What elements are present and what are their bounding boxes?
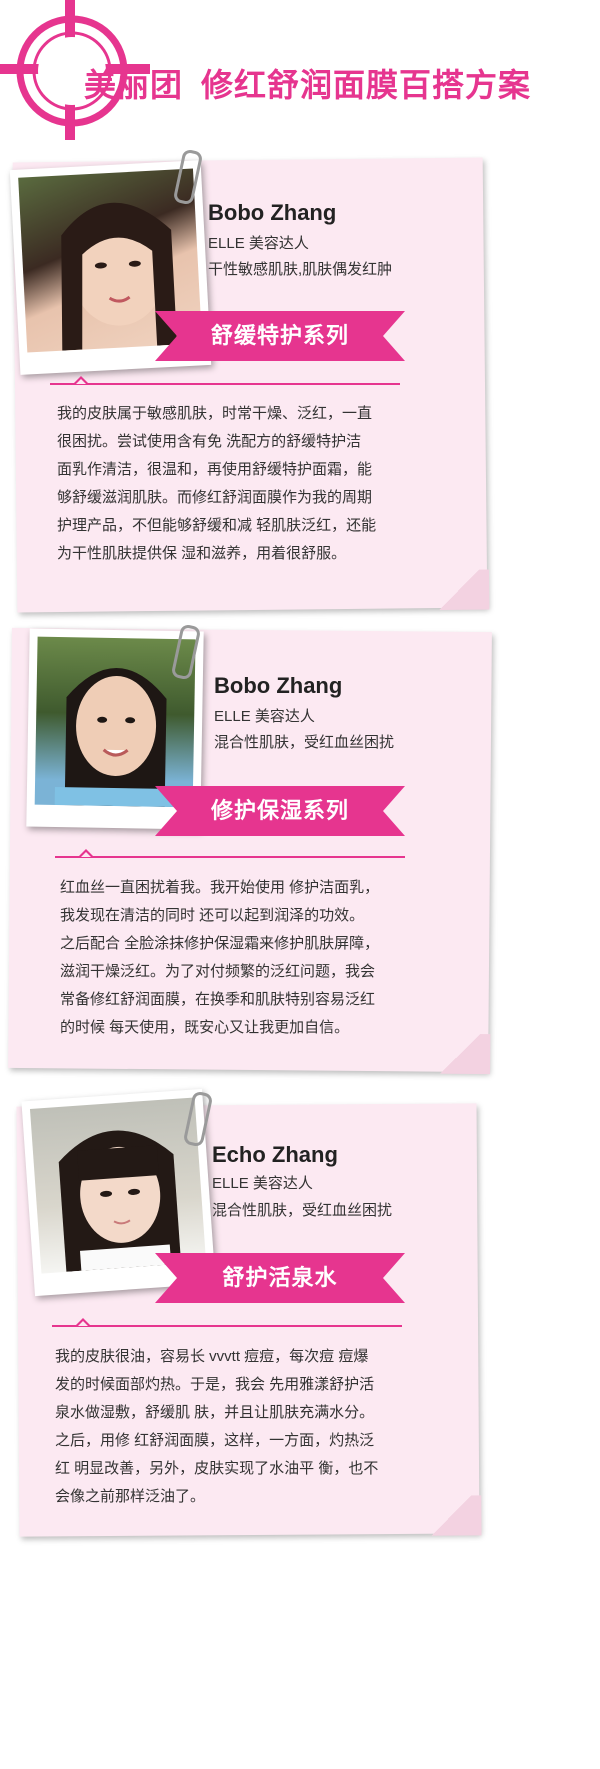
text-line: 会像之前那样泛油了。 <box>55 1488 206 1505</box>
testimonial-text: 我的皮肤属于敏感肌肤，时常干燥、泛红，一直 很困扰。尝试使用含有免 洗配方的舒缓… <box>57 400 376 568</box>
text-line: 发的时候面部灼热。于是，我会 先用雅漾舒护活 <box>55 1376 375 1393</box>
portrait-image <box>58 1130 182 1272</box>
testimonial-text: 我的皮肤很油，容易长 vvvtt 痘痘，每次痘 痘爆 发的时候面部灼热。于是，我… <box>55 1343 378 1511</box>
text-line: 很困扰。尝试使用含有免 洗配方的舒缓特护洁 <box>57 433 362 450</box>
text-line: 泉水做湿敷，舒缓肌 肤，并且让肌肤充满水分。 <box>55 1404 375 1421</box>
text-line: 面乳作清洁，很温和，再使用舒缓特护面霜，能 <box>57 461 373 478</box>
avatar <box>29 1097 207 1274</box>
testimonial-card: Bobo Zhang ELLE 美容达人 干性敏感肌肤,肌肤偶发红肿 舒缓特护系… <box>0 148 600 620</box>
page-curl <box>428 569 490 611</box>
person-role: ELLE 美容达人 <box>208 235 309 252</box>
portrait-image <box>54 668 175 808</box>
avatar <box>34 636 196 808</box>
text-line: 护理产品，不但能够舒缓和减 轻肌肤泛红，还能 <box>57 517 377 534</box>
section-divider <box>52 1318 402 1327</box>
series-label: 舒护活泉水 <box>222 1265 338 1290</box>
person-name: Echo Zhang <box>212 1142 338 1167</box>
text-line: 红血丝一直困扰着我。我开始使用 修护洁面乳， <box>60 879 380 896</box>
skin-type: 干性敏感肌肤,肌肤偶发红肿 <box>208 261 393 278</box>
section-divider <box>55 849 405 858</box>
page-curl <box>430 1033 491 1075</box>
text-line: 红 明显改善，另外，皮肤实现了水油平 衡，也不 <box>55 1460 379 1477</box>
page-curl <box>421 1495 482 1536</box>
text-line: 我的皮肤属于敏感肌肤，时常干燥、泛红，一直 <box>57 405 373 422</box>
skin-type: 混合性肌肤，受红血丝困扰 <box>212 1202 393 1219</box>
skin-type: 混合性肌肤，受红血丝困扰 <box>214 734 395 751</box>
text-line: 滋润干燥泛红。为了对付频繁的泛红问题，我会 <box>60 963 376 980</box>
series-ribbon: 舒缓特护系列 <box>155 311 405 361</box>
testimonial-card: Bobo Zhang ELLE 美容达人 混合性肌肤，受红血丝困扰 修护保湿系列… <box>0 623 600 1080</box>
text-line: 之后配合 全脸涂抹修护保湿霜来修护肌肤屏障， <box>60 935 380 952</box>
text-line: 为干性肌肤提供保 湿和滋养，用着很舒服。 <box>57 545 347 562</box>
text-line: 之后，用修 红舒润面膜，这样，一方面，灼热泛 <box>55 1432 375 1449</box>
testimonial-card: Echo Zhang ELLE 美容达人 混合性肌肤，受红血丝困扰 舒护活泉水 … <box>0 1088 600 1550</box>
brand-name: 美丽团 <box>84 66 184 104</box>
text-line: 常备修红舒润面膜，在换季和肌肤特别容易泛红 <box>60 991 376 1008</box>
text-line: 我的皮肤很油，容易长 vvvtt 痘痘，每次痘 痘爆 <box>55 1348 369 1365</box>
person-role: ELLE 美容达人 <box>212 1175 313 1192</box>
page-title: 美丽团 修红舒润面膜百搭方案 <box>84 60 531 106</box>
person-name: Bobo Zhang <box>208 200 337 225</box>
text-line: 够舒缓滋润肌肤。而修红舒润面膜作为我的周期 <box>57 489 373 506</box>
series-label: 修护保湿系列 <box>210 798 349 823</box>
section-divider <box>50 376 400 385</box>
person-name: Bobo Zhang <box>214 673 343 698</box>
series-ribbon: 修护保湿系列 <box>155 786 405 836</box>
person-role: ELLE 美容达人 <box>214 708 315 725</box>
page-title-text: 修红舒润面膜百搭方案 <box>201 66 532 104</box>
page-header: 美丽团 修红舒润面膜百搭方案 <box>0 0 600 150</box>
testimonial-text: 红血丝一直困扰着我。我开始使用 修护洁面乳， 我发现在清洁的同时 还可以起到润泽… <box>60 874 379 1042</box>
series-ribbon: 舒护活泉水 <box>155 1253 405 1303</box>
series-label: 舒缓特护系列 <box>210 323 349 348</box>
text-line: 的时候 每天使用，既安心又让我更加自信。 <box>60 1019 350 1036</box>
text-line: 我发现在清洁的同时 还可以起到润泽的功效。 <box>60 907 365 924</box>
